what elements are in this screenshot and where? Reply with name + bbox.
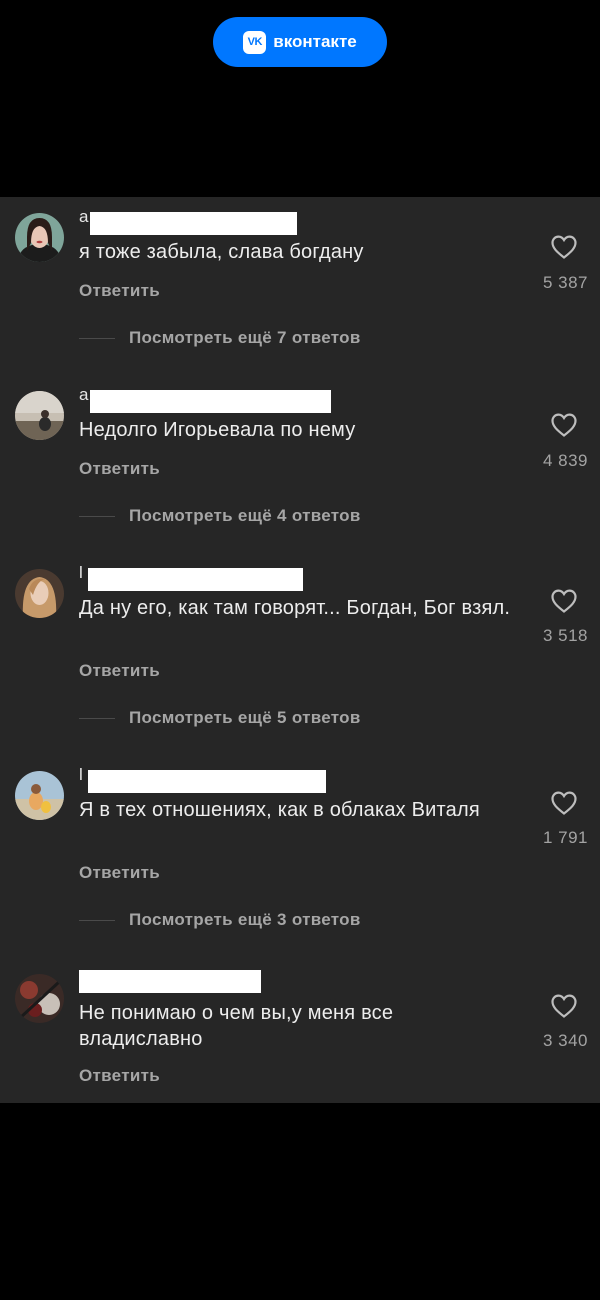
redacted-username — [90, 390, 331, 413]
heart-outline-icon[interactable] — [550, 412, 578, 438]
view-more-replies-label: Посмотреть ещё 5 ответов — [129, 708, 361, 727]
heart-outline-icon[interactable] — [550, 234, 578, 260]
avatar[interactable] — [15, 213, 64, 262]
reply-button[interactable]: Ответить — [79, 661, 160, 681]
view-more-replies-label: Посмотреть ещё 7 ответов — [129, 328, 361, 347]
avatar[interactable] — [15, 974, 64, 1023]
like-count: 3 518 — [542, 626, 588, 645]
reply-button[interactable]: Ответить — [79, 1066, 160, 1086]
redacted-username — [79, 970, 261, 993]
comment-text: Недолго Игорьевала по нему — [79, 419, 356, 441]
thread-line — [79, 515, 115, 517]
comment-text: Да ну его, как там говорят... Богдан, Бо… — [79, 597, 511, 619]
heart-outline-icon[interactable] — [550, 993, 578, 1019]
reply-button[interactable]: Ответить — [79, 863, 160, 883]
view-more-replies-label: Посмотреть ещё 3 ответов — [129, 910, 361, 929]
redacted-username — [88, 568, 303, 591]
like-count: 4 839 — [542, 451, 588, 470]
view-more-replies[interactable]: Посмотреть ещё 3 ответов — [79, 910, 361, 930]
like-count: 1 791 — [542, 828, 588, 847]
view-more-replies-label: Посмотреть ещё 4 ответов — [129, 506, 361, 525]
username: a — [79, 207, 89, 226]
avatar[interactable] — [15, 569, 64, 618]
heart-outline-icon[interactable] — [550, 588, 578, 614]
comment-text: я тоже забыла, слава богдану — [79, 241, 364, 263]
thread-line — [79, 717, 115, 719]
username: l — [79, 765, 83, 784]
view-more-replies[interactable]: Посмотреть ещё 4 ответов — [79, 506, 361, 526]
like-count: 5 387 — [542, 273, 588, 292]
vk-badge[interactable]: VK вконтакте — [213, 17, 387, 67]
username: l — [79, 563, 83, 582]
view-more-replies[interactable]: Посмотреть ещё 7 ответов — [79, 328, 361, 348]
avatar[interactable] — [15, 771, 64, 820]
avatar[interactable] — [15, 391, 64, 440]
thread-line — [79, 337, 115, 339]
vk-logo-icon: VK — [243, 30, 267, 54]
view-more-replies[interactable]: Посмотреть ещё 5 ответов — [79, 708, 361, 728]
comment-text: Не понимаю о чем вы,у меня все владислав… — [79, 1002, 394, 1050]
comments-panel: a я тоже забыла, слава богдану Ответить … — [0, 197, 600, 1103]
thread-line — [79, 919, 115, 921]
vk-badge-label: вконтакте — [273, 32, 357, 51]
reply-button[interactable]: Ответить — [79, 459, 160, 479]
redacted-username — [90, 212, 297, 235]
like-count: 3 340 — [542, 1031, 588, 1050]
reply-button[interactable]: Ответить — [79, 281, 160, 301]
comment-text: Я в тех отношениях, как в облаках Виталя — [79, 799, 480, 821]
username: a — [79, 385, 89, 404]
redacted-username — [88, 770, 326, 793]
heart-outline-icon[interactable] — [550, 790, 578, 816]
